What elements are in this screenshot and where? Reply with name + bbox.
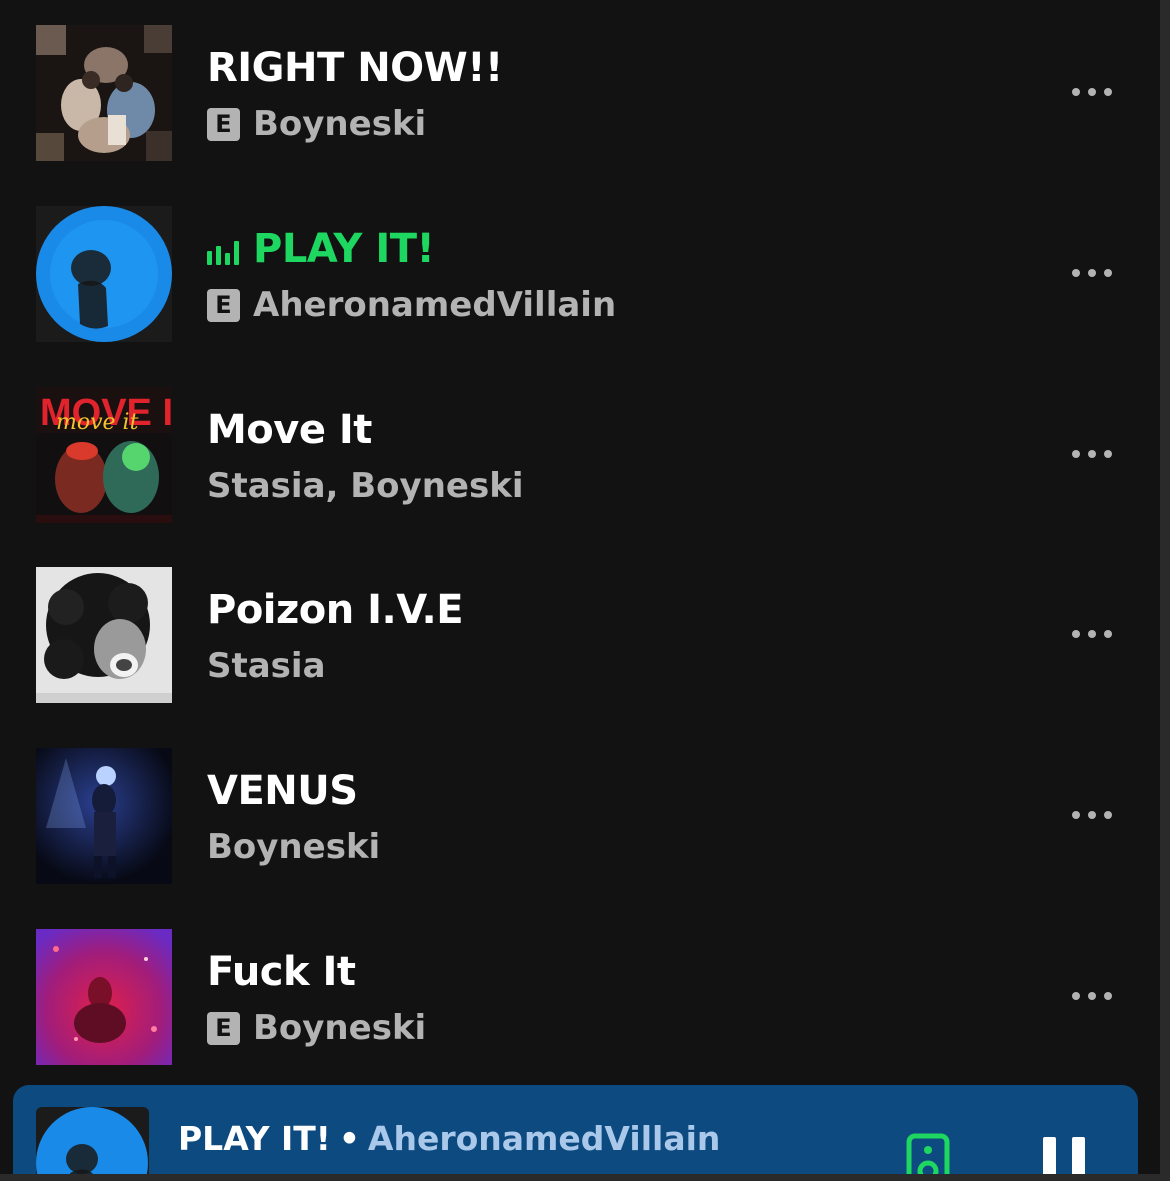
- pause-button[interactable]: [1041, 1137, 1087, 1174]
- more-dot: [1088, 811, 1096, 819]
- more-dot: [1088, 269, 1096, 277]
- move-it-cover: MOVE IT move it: [36, 387, 172, 523]
- explicit-badge: E: [207, 107, 240, 141]
- more-options-button[interactable]: [1062, 976, 1122, 1016]
- track-title: PLAY IT!: [253, 226, 435, 272]
- track-title-line: RIGHT NOW!!: [207, 40, 503, 96]
- more-dot: [1088, 88, 1096, 96]
- mini-player-cover: [36, 1107, 149, 1174]
- more-dot: [1072, 992, 1080, 1000]
- track-title-line: Move It: [207, 402, 372, 458]
- track-artist-line: E AheronamedVillain: [207, 282, 616, 328]
- more-dot: [1104, 992, 1112, 1000]
- more-dot: [1104, 630, 1112, 638]
- more-dot: [1072, 450, 1080, 458]
- mini-player[interactable]: PLAY IT! • AheronamedVillain: [13, 1085, 1138, 1174]
- track-title: VENUS: [207, 768, 358, 814]
- track-title: Move It: [207, 407, 372, 453]
- pause-icon: [1043, 1137, 1056, 1174]
- spotlight-figure-cover: [36, 748, 172, 884]
- more-dot: [1088, 450, 1096, 458]
- mini-player-artist: AheronamedVillain: [367, 1118, 721, 1158]
- track-row[interactable]: MOVE IT move it Move It Stasia, Boyneski: [0, 362, 1160, 542]
- track-row[interactable]: RIGHT NOW!! E Boyneski: [0, 0, 1160, 180]
- track-artist: AheronamedVillain: [253, 285, 617, 325]
- curly-hair-portrait-cover: [36, 567, 172, 703]
- track-row[interactable]: Fuck It E Boyneski: [0, 904, 1160, 1084]
- more-dot: [1104, 811, 1112, 819]
- track-artist-line: Boyneski: [207, 824, 380, 870]
- track-title: Poizon I.V.E: [207, 587, 464, 633]
- more-dot: [1104, 88, 1112, 96]
- track-row[interactable]: Poizon I.V.E Stasia: [0, 542, 1160, 722]
- track-title: Fuck It: [207, 949, 356, 995]
- speaker-device-icon[interactable]: [906, 1133, 950, 1174]
- more-options-button[interactable]: [1062, 614, 1122, 654]
- track-artist: Boyneski: [253, 1008, 427, 1048]
- explicit-badge: E: [207, 288, 240, 322]
- track-row[interactable]: VENUS Boyneski: [0, 723, 1160, 903]
- cover-subtext: move it: [56, 410, 139, 435]
- track-title-line: Poizon I.V.E: [207, 582, 464, 638]
- track-title: RIGHT NOW!!: [207, 45, 503, 91]
- track-row-playing[interactable]: PLAY IT! E AheronamedVillain: [0, 181, 1160, 361]
- more-dot: [1104, 269, 1112, 277]
- more-dot: [1072, 630, 1080, 638]
- more-options-button[interactable]: [1062, 795, 1122, 835]
- app-screen: RIGHT NOW!! E Boyneski PLAY IT! E Aheron…: [0, 0, 1160, 1174]
- more-dot: [1072, 269, 1080, 277]
- more-dot: [1104, 450, 1112, 458]
- more-dot: [1072, 88, 1080, 96]
- red-purple-glow-cover: [36, 929, 172, 1065]
- track-artist-line: E Boyneski: [207, 1005, 426, 1051]
- track-title-line: Fuck It: [207, 944, 356, 1000]
- more-dot: [1072, 811, 1080, 819]
- mini-player-text: PLAY IT! • AheronamedVillain: [178, 1115, 720, 1161]
- track-title-line: VENUS: [207, 763, 358, 819]
- explicit-badge: E: [207, 1011, 240, 1045]
- track-artist-line: E Boyneski: [207, 101, 426, 147]
- pause-icon: [1072, 1137, 1085, 1174]
- more-dot: [1088, 630, 1096, 638]
- track-artist: Boyneski: [253, 104, 427, 144]
- mini-player-title: PLAY IT!: [178, 1118, 331, 1158]
- now-playing-equalizer-icon: [207, 241, 239, 265]
- blue-circle-silhouette-cover: [36, 206, 172, 342]
- track-artist-line: Stasia, Boyneski: [207, 463, 523, 509]
- track-artist: Boyneski: [207, 827, 381, 867]
- more-options-button[interactable]: [1062, 253, 1122, 293]
- track-artist: Stasia: [207, 646, 326, 686]
- track-artist: Stasia, Boyneski: [207, 466, 524, 506]
- more-options-button[interactable]: [1062, 434, 1122, 474]
- track-title-line: PLAY IT!: [207, 221, 435, 277]
- more-dot: [1088, 992, 1096, 1000]
- mini-player-separator: •: [338, 1118, 360, 1158]
- party-collage-cover: [36, 25, 172, 161]
- more-options-button[interactable]: [1062, 72, 1122, 112]
- track-artist-line: Stasia: [207, 643, 326, 689]
